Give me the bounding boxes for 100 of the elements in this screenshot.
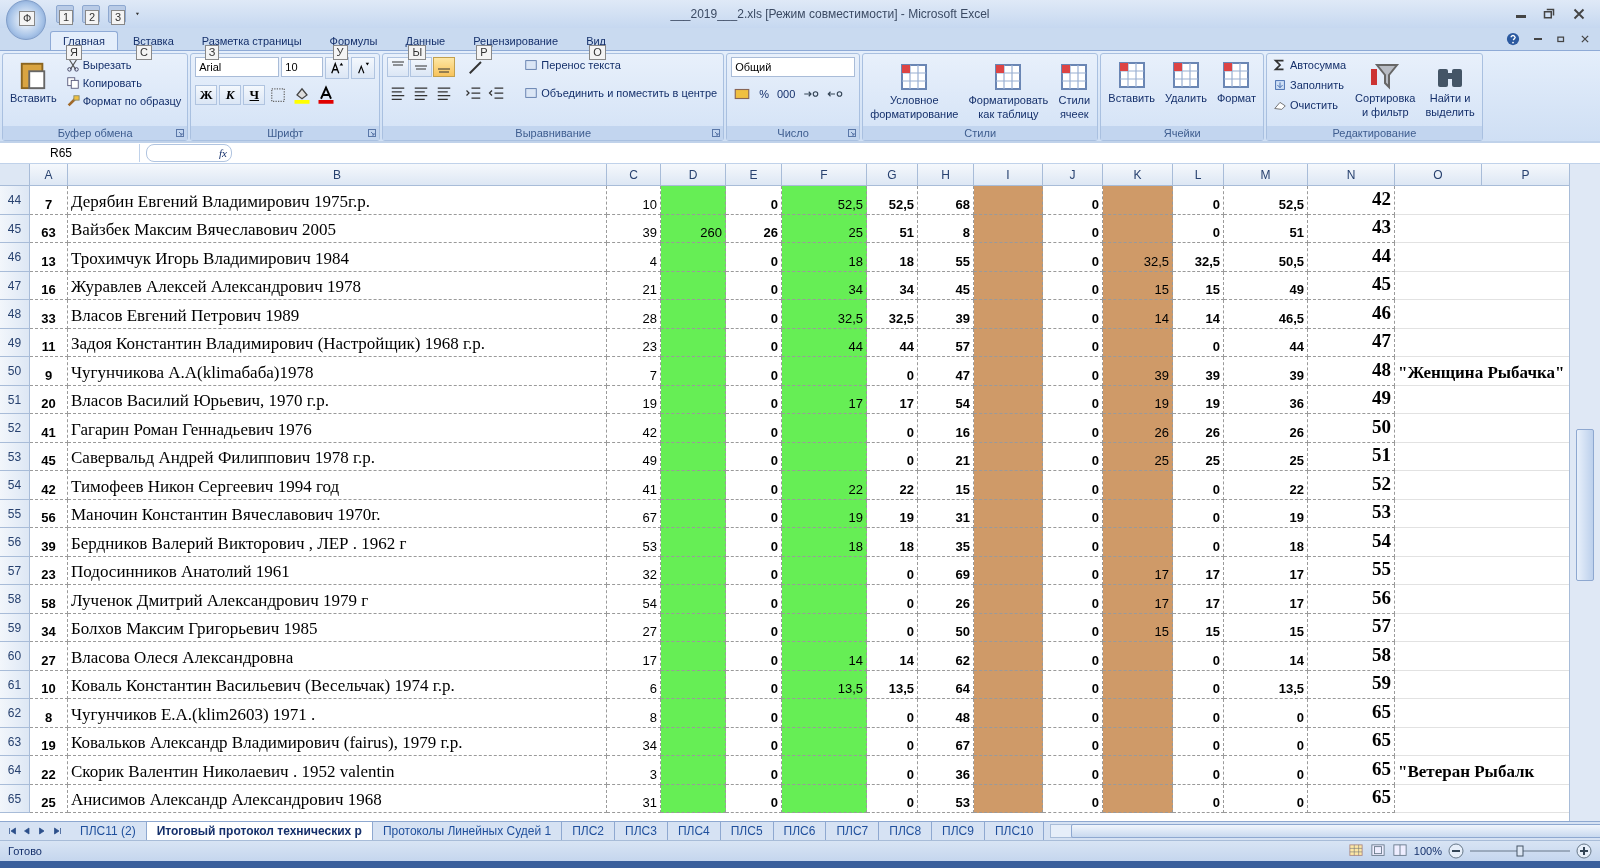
column-header[interactable]: E	[726, 164, 782, 186]
row-header[interactable]: 53	[0, 442, 30, 471]
column-header[interactable]: J	[1043, 164, 1103, 186]
table-cell: 17	[1224, 585, 1308, 614]
keytip: О	[589, 45, 606, 60]
table-cell: 0	[1173, 756, 1224, 785]
row-header[interactable]: 60	[0, 642, 30, 671]
table-cell: 49	[1224, 271, 1308, 300]
row-header[interactable]: 58	[0, 585, 30, 614]
table-cell: 47	[1308, 328, 1395, 357]
column-header[interactable]: F	[782, 164, 867, 186]
cells-button[interactable]: Формат	[1213, 57, 1259, 123]
group-label: Редактирование	[1332, 127, 1417, 139]
styles-button[interactable]: Форматировать как таблицу	[965, 57, 1052, 123]
row-header[interactable]: 50	[0, 357, 30, 386]
table-cell: 0	[867, 414, 918, 443]
column-header[interactable]: I	[974, 164, 1043, 186]
column-header[interactable]: M	[1224, 164, 1308, 186]
cells-button[interactable]: Вставить	[1105, 57, 1158, 123]
clipboard-item[interactable]: Вырезать	[63, 57, 184, 73]
row-header[interactable]: 48	[0, 300, 30, 329]
column-header[interactable]: P	[1482, 164, 1569, 186]
row-header[interactable]: 47	[0, 271, 30, 300]
quick-access-button[interactable]: 1	[56, 5, 74, 23]
table-cell: 32,5	[1103, 243, 1173, 272]
cells-button[interactable]: Удалить	[1161, 57, 1210, 123]
column-header[interactable]: A	[30, 164, 68, 186]
paste-button[interactable]: Вставить	[7, 57, 60, 123]
row-header[interactable]: 55	[0, 499, 30, 528]
column-header[interactable]: C	[607, 164, 661, 186]
table-cell: 13,5	[867, 670, 918, 699]
row-header[interactable]: 57	[0, 556, 30, 585]
column-header[interactable]: L	[1173, 164, 1224, 186]
name-cell: Подосинников Анатолий 1961	[68, 556, 607, 585]
font-style-button[interactable]: Ж	[195, 85, 218, 105]
row-header[interactable]: 54	[0, 471, 30, 500]
table-cell: 39	[1224, 357, 1308, 386]
table-cell: 65	[1308, 699, 1395, 728]
wrap-text-button[interactable]: Перенос текста	[522, 57, 720, 73]
number-format-field[interactable]: Общий	[731, 57, 856, 77]
table-cell: 13,5	[782, 670, 867, 699]
row-header[interactable]: 61	[0, 670, 30, 699]
table-cell: 39	[1103, 357, 1173, 386]
row-header[interactable]: 44	[0, 186, 30, 215]
quick-access-button[interactable]: 3	[108, 5, 126, 23]
row-header[interactable]: 59	[0, 613, 30, 642]
table-cell: 0	[867, 727, 918, 756]
name-cell: Савервальд Андрей Филиппович 1978 г.р.	[68, 442, 607, 471]
clipboard-item[interactable]: Копировать	[63, 75, 184, 91]
editing-item[interactable]: Автосумма	[1271, 57, 1349, 73]
column-header[interactable]: O	[1395, 164, 1482, 186]
row-header[interactable]: 49	[0, 328, 30, 357]
table-cell: 18	[782, 243, 867, 272]
table-cell: 65	[1308, 727, 1395, 756]
row-header[interactable]: 51	[0, 385, 30, 414]
row-header[interactable]: 62	[0, 699, 30, 728]
styles-button[interactable]: Стили ячеек	[1055, 57, 1094, 123]
editing-item[interactable]: Очистить	[1271, 97, 1349, 113]
table-cell: 13,5	[1224, 670, 1308, 699]
table-cell: 8	[30, 699, 68, 728]
table-cell: 0	[867, 699, 918, 728]
row-header[interactable]: 46	[0, 243, 30, 272]
column-header[interactable]: K	[1103, 164, 1173, 186]
column-header[interactable]: N	[1308, 164, 1395, 186]
sheet-tab[interactable]: Итоговый протокол технических р	[146, 822, 373, 840]
font-name-field[interactable]: Arial	[195, 57, 280, 77]
table-cell: 17	[782, 385, 867, 414]
number-style-button[interactable]: 000	[774, 87, 798, 101]
table-cell: 0	[867, 585, 918, 614]
table-cell: 26	[1224, 414, 1308, 443]
clipboard-item[interactable]: Формат по образцу	[63, 93, 184, 109]
font-style-button[interactable]: Ч	[243, 85, 266, 105]
styles-button[interactable]: Условное форматирование	[867, 57, 962, 123]
editing-item[interactable]: Заполнить	[1271, 77, 1349, 93]
row-header[interactable]: 45	[0, 214, 30, 243]
table-cell: 0	[1173, 699, 1224, 728]
name-cell: Вайзбек Максим Вячеславович 2005	[68, 214, 607, 243]
number-style-button[interactable]: %	[757, 87, 771, 101]
table-cell: 0	[1224, 784, 1308, 813]
table-cell: 18	[1224, 528, 1308, 557]
row-header[interactable]: 52	[0, 414, 30, 443]
row-header[interactable]: 63	[0, 727, 30, 756]
column-header[interactable]: D	[661, 164, 726, 186]
column-header[interactable]: H	[918, 164, 974, 186]
row-header[interactable]: 64	[0, 756, 30, 785]
font-style-button[interactable]: К	[219, 85, 242, 105]
font-size-field[interactable]: 10	[281, 57, 324, 77]
table-cell: 36	[1224, 385, 1308, 414]
office-button[interactable]: Ф	[6, 0, 46, 40]
editing-button[interactable]: Найти и выделить	[1422, 57, 1478, 123]
row-header[interactable]: 56	[0, 528, 30, 557]
merge-center-button[interactable]: Объединить и поместить в центре	[522, 85, 720, 101]
column-header[interactable]: G	[867, 164, 918, 186]
keytip: У	[332, 45, 348, 60]
formula-field[interactable]: fx	[146, 144, 232, 162]
row-header[interactable]: 65	[0, 784, 30, 813]
column-header[interactable]: B	[68, 164, 607, 186]
table-cell: 0	[867, 357, 918, 386]
quick-access-button[interactable]: 2	[82, 5, 100, 23]
editing-button[interactable]: Сортировка и фильтр	[1352, 57, 1419, 123]
